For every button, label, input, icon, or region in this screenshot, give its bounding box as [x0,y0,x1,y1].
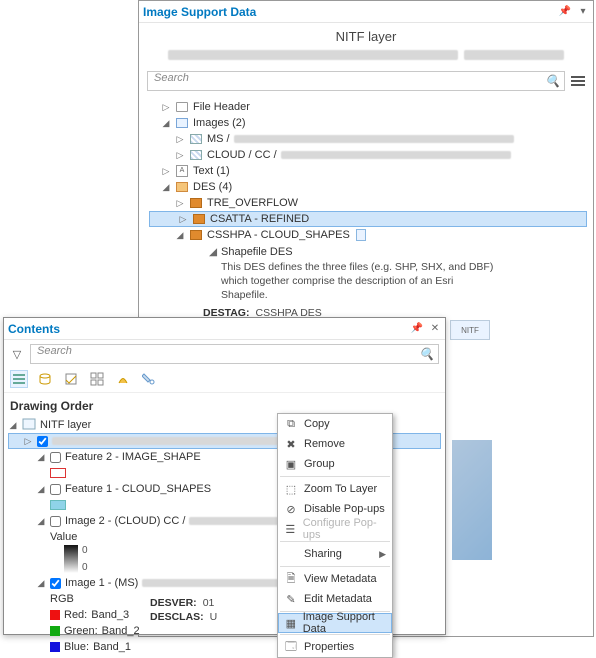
doc-icon [354,229,368,241]
isd-redacted-id [139,46,593,71]
menu-image-support-data[interactable]: ▦Image Support Data [278,613,392,633]
layer-visibility-checkbox[interactable] [50,484,61,495]
isd-search-placeholder: Search [154,72,189,84]
nitf-layer-icon [22,418,36,433]
list-by-source-button[interactable] [36,370,54,388]
menu-group[interactable]: ▣Group [278,454,392,474]
tree-csshpa[interactable]: ◢ CSSHPA - CLOUD_SHAPES [147,227,589,243]
chevron-right-icon: ▶ [379,549,386,560]
isd-subtitle: NITF layer [139,23,593,46]
tree-ms[interactable]: ▷ MS / [147,131,589,147]
tree-des[interactable]: ◢ DES (4) [147,179,589,195]
isd-icon: ▦ [285,616,297,630]
view-metadata-icon: 🗎 [284,572,298,586]
contents-title: Contents [8,322,411,336]
list-by-drawing-order-button[interactable] [10,370,28,388]
layer-visibility-checkbox[interactable] [50,516,61,527]
tree-csatta-selected[interactable]: ▷ CSATTA - REFINED [149,211,587,227]
properties-icon: 🗔 [284,640,298,654]
isd-header: Image Support Data 📌 ▾ [139,1,593,23]
layer-visibility-checkbox[interactable] [37,436,48,447]
list-by-selection-button[interactable] [62,370,80,388]
isd-tree: ▷ File Header ◢ Images (2) ▷ MS / ▷ CLOU… [139,97,593,342]
search-icon[interactable]: 🔍 [419,347,434,361]
filter-funnel-icon[interactable]: ▽ [10,347,24,361]
menu-copy[interactable]: ⧉Copy [278,414,392,434]
green-swatch-icon [50,626,60,636]
menu-edit-metadata[interactable]: ✎Edit Metadata [278,589,392,609]
menu-properties[interactable]: 🗔Properties [278,637,392,657]
isd-menu-icon[interactable] [571,76,585,86]
layer-context-menu: ⧉Copy ✖Remove ▣Group ⬚Zoom To Layer ⊘Dis… [277,413,393,658]
isd-search-input[interactable]: Search 🔍 [147,71,565,91]
disable-popups-icon: ⊘ [284,502,298,516]
shapefile-description: ◢ Shapefile DES This DES defines the thr… [203,243,589,304]
panel-menu-icon[interactable]: ▾ [577,6,589,18]
configure-popups-icon: ☰ [284,522,297,536]
autohide-pin-icon[interactable]: 📌 [559,6,571,18]
layer-visibility-checkbox[interactable] [50,452,61,463]
search-icon[interactable]: 🔍 [545,74,560,88]
menu-zoom-to-layer[interactable]: ⬚Zoom To Layer [278,479,392,499]
copy-icon: ⧉ [284,417,298,431]
remove-icon: ✖ [284,437,298,451]
contents-search-input[interactable]: Search 🔍 [30,344,439,364]
tree-tre-overflow[interactable]: ▷ TRE_OVERFLOW [147,195,589,211]
map-thumbnail [452,440,492,560]
isd-title: Image Support Data [143,5,559,19]
list-by-editing-button[interactable] [88,370,106,388]
close-icon[interactable]: ✕ [429,323,441,335]
isd-bottom-kv: DESVER:01 DESCLAS:U [150,595,217,623]
red-swatch-icon [50,610,60,620]
tree-file-header[interactable]: ▷ File Header [147,99,589,115]
list-by-snapping-button[interactable] [114,370,132,388]
autohide-pin-icon[interactable]: 📌 [411,323,423,335]
contents-toolbar [4,368,445,393]
layer-visibility-checkbox[interactable] [50,578,61,589]
menu-sharing[interactable]: Sharing▶ [278,544,392,564]
edit-metadata-icon: ✎ [284,592,298,606]
menu-disable-popups[interactable]: ⊘Disable Pop-ups [278,499,392,519]
docked-nitf-tab[interactable]: NITF [450,320,490,340]
menu-remove[interactable]: ✖Remove [278,434,392,454]
group-icon: ▣ [284,457,298,471]
menu-view-metadata[interactable]: 🗎View Metadata [278,569,392,589]
value-color-ramp[interactable] [64,545,78,573]
tree-images[interactable]: ◢ Images (2) [147,115,589,131]
zoom-icon: ⬚ [284,482,298,496]
list-by-labeling-button[interactable] [140,370,158,388]
blue-swatch-icon [50,642,60,652]
tree-cloud[interactable]: ▷ CLOUD / CC / [147,147,589,163]
menu-configure-popups: ☰Configure Pop-ups [278,519,392,539]
tree-text[interactable]: ▷A Text (1) [147,163,589,179]
